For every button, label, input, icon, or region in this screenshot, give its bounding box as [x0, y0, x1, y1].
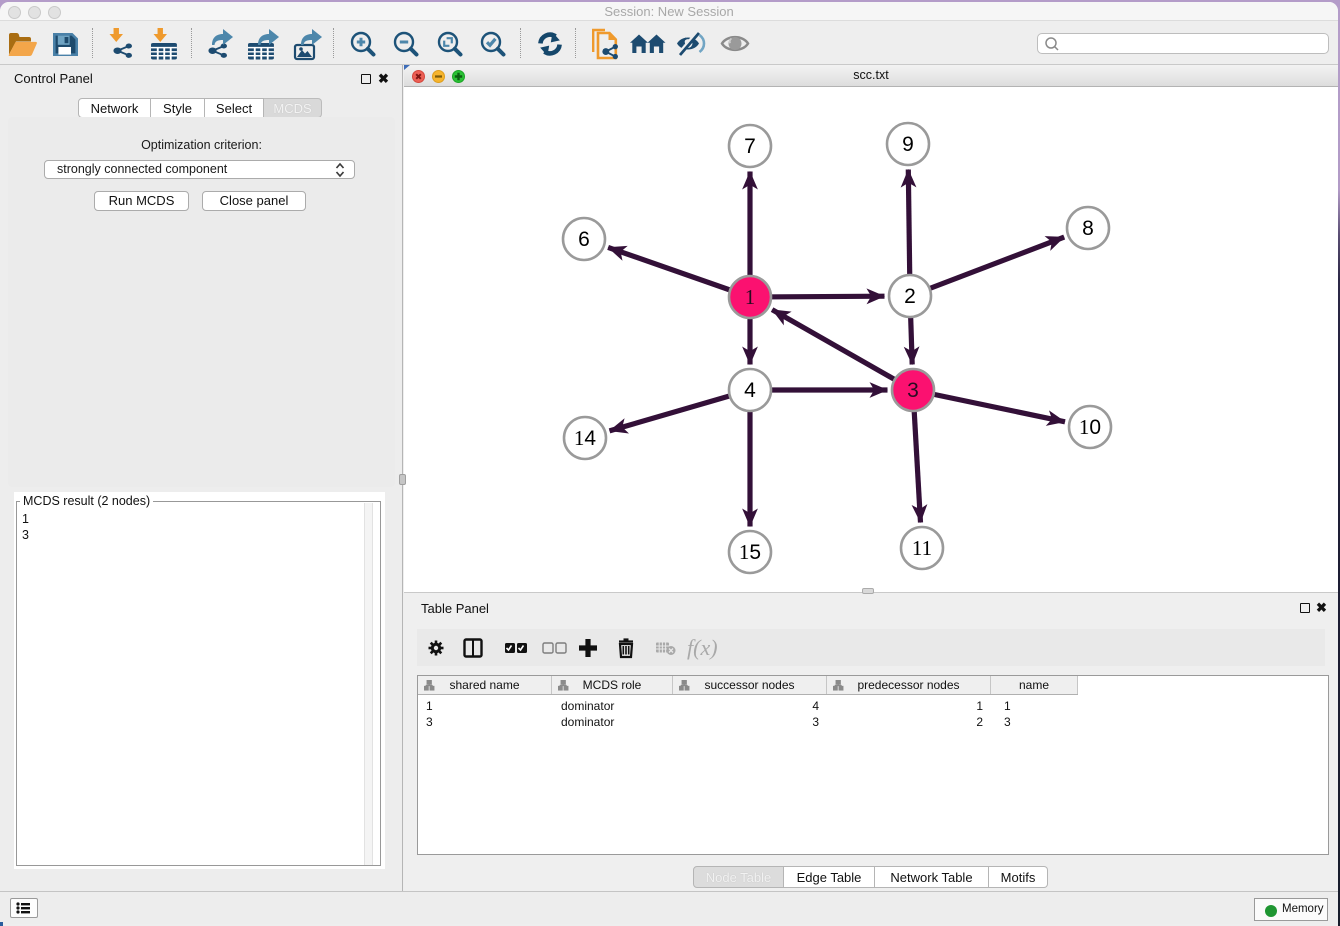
svg-text:14: 14	[574, 426, 597, 450]
svg-text:9: 9	[902, 133, 914, 156]
svg-text:3: 3	[907, 379, 919, 402]
svg-text:f(x): f(x)	[687, 635, 718, 660]
svg-text:2: 2	[904, 285, 916, 308]
svg-text:11: 11	[912, 536, 932, 560]
svg-text:6: 6	[578, 228, 590, 251]
svg-text:7: 7	[744, 135, 756, 158]
svg-text:4: 4	[744, 379, 756, 402]
svg-text:10: 10	[1079, 415, 1101, 439]
svg-text:8: 8	[1082, 217, 1094, 240]
svg-text:1: 1	[745, 285, 756, 309]
svg-text:15: 15	[739, 540, 761, 564]
